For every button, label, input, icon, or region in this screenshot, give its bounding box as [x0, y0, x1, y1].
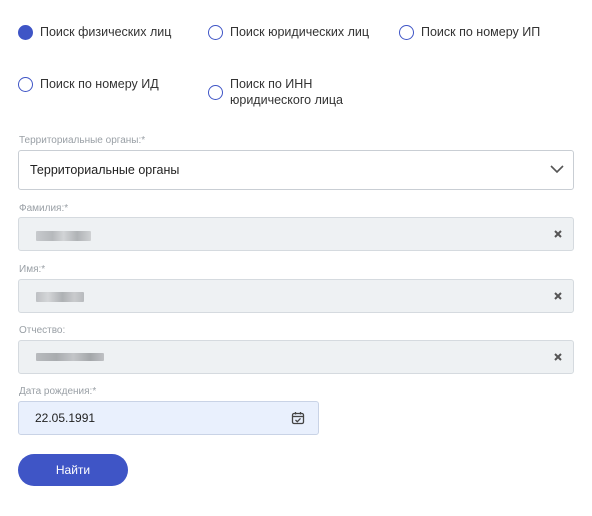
radio-search-inn[interactable]: Поиск по ИНН юридического лица — [208, 76, 355, 108]
redacted-value — [36, 231, 91, 241]
radio-label-legal-entities: Поиск юридических лиц — [230, 25, 370, 39]
calendar-icon[interactable] — [291, 411, 305, 425]
radio-circle[interactable] — [208, 25, 223, 40]
clear-x-icon[interactable] — [553, 291, 563, 301]
patronymic-input[interactable] — [18, 340, 574, 374]
radio-label-ip-number: Поиск по номеру ИП — [421, 25, 541, 39]
firstname-input[interactable] — [18, 279, 574, 313]
territorial-select[interactable]: Территориальные органы — [18, 150, 574, 190]
clear-x-icon[interactable] — [553, 229, 563, 239]
radio-circle-checked[interactable] — [18, 25, 33, 40]
birthdate-input[interactable]: 22.05.1991 — [18, 401, 319, 435]
firstname-label: Имя:* — [19, 264, 46, 275]
radio-label-id-number: Поиск по номеру ИД — [40, 77, 159, 91]
redacted-value — [36, 353, 104, 361]
radio-circle[interactable] — [18, 77, 33, 92]
radio-search-individuals[interactable]: Поиск физических лиц — [18, 24, 171, 40]
chevron-down-icon — [550, 165, 564, 174]
lastname-label: Фамилия:* — [19, 203, 69, 214]
radio-circle[interactable] — [208, 85, 223, 100]
birthdate-value: 22.05.1991 — [35, 411, 96, 425]
birthdate-label: Дата рождения:* — [19, 386, 97, 397]
search-submit-button[interactable]: Найти — [18, 454, 128, 486]
radio-label-inn: Поиск по ИНН юридического лица — [230, 77, 343, 107]
clear-x-icon[interactable] — [553, 352, 563, 362]
radio-search-id-number[interactable]: Поиск по номеру ИД — [18, 76, 159, 92]
radio-search-legal-entities[interactable]: Поиск юридических лиц — [208, 24, 369, 40]
territorial-label: Территориальные органы:* — [19, 135, 146, 146]
lastname-input[interactable] — [18, 217, 574, 251]
radio-search-ip-number[interactable]: Поиск по номеру ИП — [399, 24, 540, 40]
radio-label-individuals: Поиск физических лиц — [40, 25, 172, 39]
territorial-select-value: Территориальные органы — [30, 163, 180, 177]
patronymic-label: Отчество: — [19, 325, 66, 336]
redacted-value — [36, 292, 84, 302]
radio-circle[interactable] — [399, 25, 414, 40]
